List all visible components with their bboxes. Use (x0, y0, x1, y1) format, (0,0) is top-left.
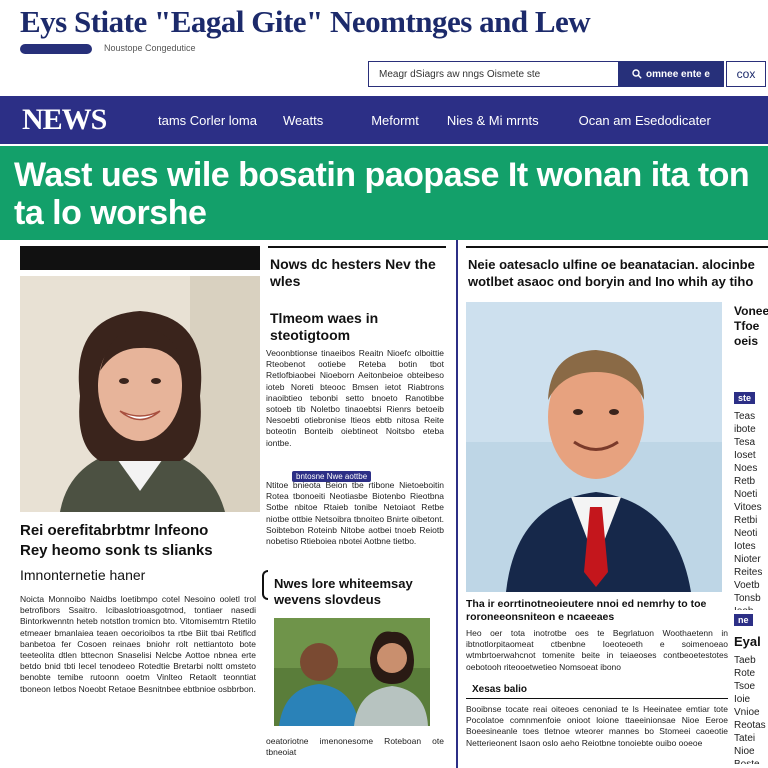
right-column: Neie oatesaclo ulfine oe beanatacian. al… (458, 240, 768, 768)
left-story-title-2[interactable]: Rey heomo sonk ts slianks (20, 542, 260, 560)
title-accent-bar (20, 44, 92, 54)
search-input[interactable] (368, 61, 618, 87)
search-button-label: omnee ente e (646, 68, 710, 80)
middle-story-body-1: Veoonbtionse tinaeibos Reaitn Nioefc olb… (266, 348, 444, 448)
nav-item-1[interactable]: tams Corler loma (158, 113, 257, 128)
woman-portrait-photo[interactable] (20, 276, 260, 512)
left-story-title-1[interactable]: Rei oerefitabrbtmr lnfeono (20, 522, 260, 540)
nav-item-4[interactable]: Nies & Mi mrnts (447, 113, 539, 128)
site-tagline: Noustope Congedutice (104, 43, 196, 53)
right-top-rule (466, 246, 768, 248)
right-side-body: Teas ibote Tesa Ioset Noes Retb Noeti Vi… (734, 411, 763, 610)
right-side-tag[interactable]: ste (734, 392, 756, 404)
nav-items: tams Corler loma Weatts Meformt Nies & M… (158, 96, 711, 144)
nav-item-3[interactable]: Meformt (371, 113, 419, 128)
search-icon (632, 69, 642, 79)
middle-story-title[interactable]: Nows dc hesters Nev the wles (270, 256, 450, 290)
middle-story-subhead[interactable]: Tlmeom waes in steotigtoom (270, 310, 450, 344)
main-headline[interactable]: Wast ues wile bosatin paopase It wonan i… (14, 156, 764, 232)
right-story-body-1: Heo oer tota inotrotbe oes te Begrlatuon… (466, 628, 728, 672)
right-highlight[interactable]: Xesas balio (472, 684, 592, 695)
search-button[interactable]: omnee ente e (618, 61, 724, 87)
right-mid-rule (466, 698, 728, 699)
nav-item-2[interactable]: Weatts (283, 113, 323, 128)
nav-logo[interactable]: NEWS (22, 103, 107, 137)
middle-column: Nows dc hesters Nev the wles Tlmeom waes… (262, 240, 456, 768)
nav-item-5[interactable]: Ocan am Esedodicater (579, 113, 711, 128)
middle-inner-title[interactable]: Nwes lore whiteemsay wevens slovdeus (274, 576, 450, 608)
bracket-mark (262, 570, 268, 600)
masthead: Eys Stiate "Eagal Gite" Neomtnges and Le… (0, 0, 768, 96)
site-title[interactable]: Eys Stiate "Eagal Gite" Neomtnges and Le… (20, 4, 591, 40)
black-bar (20, 246, 260, 270)
couple-photo[interactable] (274, 618, 430, 726)
right-story-title[interactable]: Tha ir eorrtinotneoieutere nnoi ed nemrh… (466, 598, 728, 624)
headline-banner: Wast ues wile bosatin paopase It wonan i… (0, 146, 768, 240)
right-lower-body: Taeb Rote Tsoe Ioie Vnioe Reotas Tatei N… (734, 655, 766, 764)
man-portrait-photo[interactable] (466, 302, 722, 592)
mid-top-rule (268, 246, 446, 248)
main-navbar: NEWS tams Corler loma Weatts Meformt Nie… (0, 96, 768, 144)
middle-story-body-2: Ntitoe bnieota Beion tbe rtibone Nietoeb… (266, 480, 444, 547)
left-column: Rei oerefitabrbtmr lnfeono Rey heomo son… (0, 240, 262, 768)
right-lower-heading[interactable]: Eyal (734, 634, 768, 649)
left-story-body: Noicta Monnoibo Naidbs loetibmpo cotel N… (20, 594, 256, 694)
left-story-subhead: Imnonternetie haner (20, 567, 146, 583)
right-story-body-2: Booibnse tocate reai oiteoes cenoniad te… (466, 704, 728, 748)
aux-button[interactable]: cox (726, 61, 766, 87)
middle-caption: oeatoriotne imenonesome Roteboan ote tbn… (266, 736, 444, 758)
right-top-text[interactable]: Neie oatesaclo ulfine oe beanatacian. al… (468, 256, 768, 290)
right-lower-tag[interactable]: ne (734, 614, 753, 626)
right-side-heading[interactable]: Voneeitb Tfoe oeis (734, 304, 768, 349)
